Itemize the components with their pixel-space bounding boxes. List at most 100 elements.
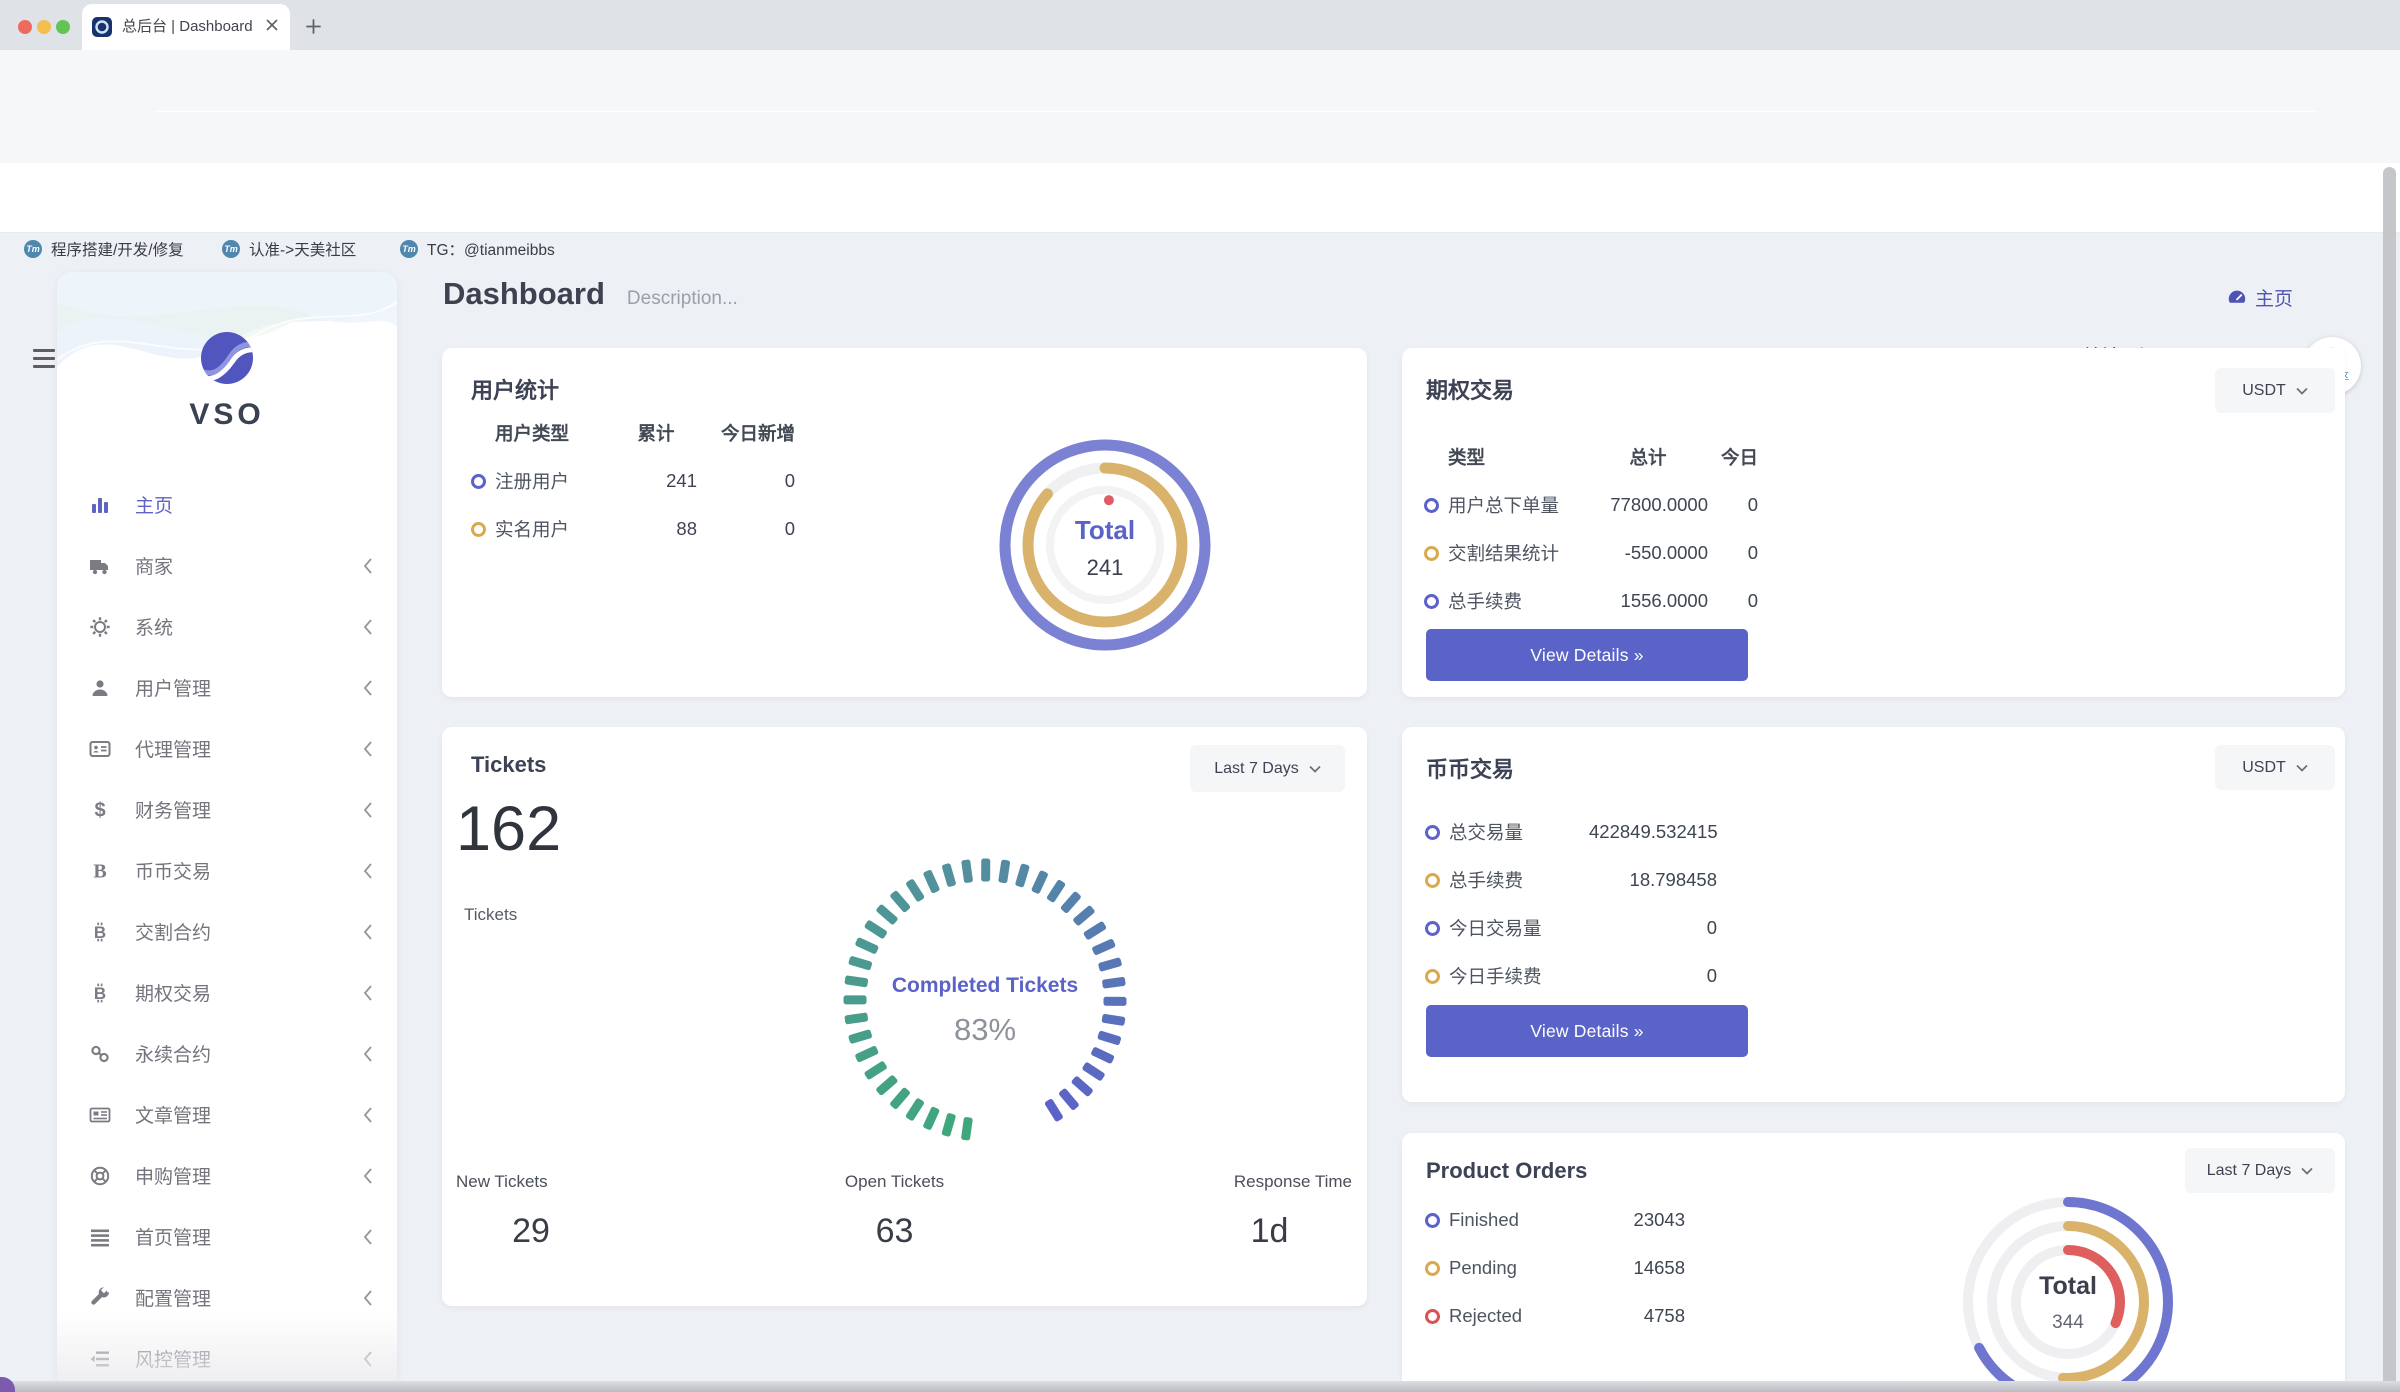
orders-table: Finished 23043 Pending 14658 Rejected 47… [1425,1196,1685,1340]
sidebar-item-merchant[interactable]: 商家 [57,535,397,596]
sidebar-item-users[interactable]: 用户管理 [57,657,397,718]
sidebar-item-perpetual-contract[interactable]: 永续合约 [57,1023,397,1084]
page-title: Dashboard [443,276,605,312]
legend-ring-blue [1425,1213,1440,1228]
bookmark-favicon: Tm [24,240,42,258]
sidebar: VSO 主页 商家 系统 用户管理 [57,272,397,1392]
page-scrollbar[interactable] [2383,167,2396,1387]
legend-ring-gold [1425,1261,1440,1276]
macos-close-button[interactable] [18,20,32,34]
sidebar-toggle-icon[interactable] [33,349,55,368]
bookmark-item[interactable]: Tm 认准->天美社区 [222,232,356,266]
currency-select[interactable]: USDT [2215,745,2335,790]
sidebar-item-delivery-contract[interactable]: B 交割合约 [57,901,397,962]
truck-icon [88,554,112,578]
date-range-select[interactable]: Last 7 Days [2185,1148,2335,1193]
svg-text:B: B [94,922,106,941]
options-trading-card: 期权交易 USDT 类型 总计 今日 用户总下单量 77800.0000 0 交… [1402,348,2345,697]
stat-response-time: Response Time 1d [1187,1172,1352,1251]
table-row: 今日交易量 0 [1425,904,1717,952]
card-title: Product Orders [1426,1158,1587,1184]
sidebar-item-agents[interactable]: 代理管理 [57,718,397,779]
tab-close-icon[interactable] [266,19,278,31]
browser-toolbar: https://jys111.timibbs.vip/timibbs [0,50,2400,112]
newspaper-icon [88,1103,112,1127]
svg-text:241: 241 [1087,555,1124,580]
new-tab-icon[interactable] [306,19,321,34]
legend-ring-blue [1424,594,1439,609]
card-title: 用户统计 [471,373,559,405]
wrench-icon [88,1286,112,1310]
sidebar-bottom-fade [57,1312,397,1392]
svg-text:Total: Total [1075,515,1135,545]
svg-text:Completed Tickets: Completed Tickets [892,974,1078,997]
svg-text:83%: 83% [954,1012,1016,1047]
bookmark-favicon: Tm [222,240,240,258]
sidebar-item-system[interactable]: 系统 [57,596,397,657]
legend-ring-blue [471,474,486,489]
id-card-icon [88,737,112,761]
table-row: 注册用户 241 0 [471,457,795,505]
breadcrumb-home-link[interactable]: 主页 [2226,284,2293,311]
sidebar-item-spot-trading[interactable]: B 币币交易 [57,840,397,901]
gear-icon [88,615,112,639]
card-title: 币币交易 [1426,752,1514,784]
bookmark-item[interactable]: Tm 程序搭建/开发/修复 [24,232,184,266]
table-row: 总交易量 422849.532415 [1425,808,1717,856]
sidebar-item-articles[interactable]: 文章管理 [57,1084,397,1145]
sidebar-item-homepage[interactable]: 首页管理 [57,1206,397,1267]
chain-link-icon [88,1042,112,1066]
screen: 总后台 | Dashboard https://jys111.timibbs.v… [0,0,2400,1392]
date-range-select[interactable]: Last 7 Days [1190,745,1345,792]
letter-b-icon: B [88,859,112,883]
table-row: Rejected 4758 [1425,1292,1685,1340]
svg-text:$: $ [94,799,105,821]
macos-zoom-button[interactable] [56,20,70,34]
bookmark-favicon: Tm [400,240,418,258]
chevron-left-icon [363,1167,373,1185]
bookmarks-bar: Tm 程序搭建/开发/修复 Tm 认准->天美社区 Tm TG：@tianmei… [0,112,2400,164]
stat-open-tickets: Open Tickets 63 [797,1172,992,1251]
chevron-left-icon [363,679,373,697]
sidebar-item-subscription[interactable]: 申购管理 [57,1145,397,1206]
table-header: 类型 总计 今日 [1424,433,1758,481]
product-orders-card: Product Orders Last 7 Days Finished 2304… [1402,1133,2345,1392]
legend-ring-red [1425,1309,1440,1324]
tab-favicon-icon [92,17,112,37]
bitcoin-icon: B [88,920,112,944]
sidebar-item-home[interactable]: 主页 [57,474,397,535]
tickets-count-label: Tickets [464,905,517,925]
bookmark-item[interactable]: Tm TG：@tianmeibbs [400,232,555,266]
user-icon [88,676,112,700]
chevron-left-icon [363,618,373,636]
chevron-left-icon [363,923,373,941]
desktop-wallpaper-corner [0,1377,15,1392]
svg-text:Total: Total [2039,1272,2097,1300]
view-details-button[interactable]: View Details » [1426,629,1748,681]
macos-minimize-button[interactable] [37,20,51,34]
chevron-left-icon [363,1289,373,1307]
chevron-left-icon [363,862,373,880]
user-stats-table: 用户类型 累计 今日新增 注册用户 241 0 实名用户 88 0 [471,409,795,553]
legend-ring-gold [1425,873,1440,888]
view-details-button[interactable]: View Details » [1426,1005,1748,1057]
sidebar-item-finance[interactable]: $ 财务管理 [57,779,397,840]
window-bottom-edge [0,1381,2400,1392]
card-title: Tickets [471,752,546,778]
chevron-left-icon [363,984,373,1002]
table-row: 交割结果统计 -550.0000 0 [1424,529,1758,577]
chevron-down-icon [2301,1167,2313,1175]
currency-select[interactable]: USDT [2215,368,2335,413]
sidebar-item-options-trading[interactable]: B 期权交易 [57,962,397,1023]
page-title-row: Dashboard Description... [443,276,738,312]
table-row: Finished 23043 [1425,1196,1685,1244]
options-table: 类型 总计 今日 用户总下单量 77800.0000 0 交割结果统计 -550… [1424,433,1758,625]
tickets-card: Tickets Last 7 Days 162 Tickets Complete… [442,727,1367,1306]
chevron-left-icon [363,557,373,575]
app-logo-text: VSO [57,398,397,432]
table-header: 用户类型 累计 今日新增 [471,409,795,457]
chart-bar-icon [88,493,112,517]
dollar-icon: $ [88,798,112,822]
chevron-left-icon [363,1045,373,1063]
user-stats-donut-chart: Total 241 [985,425,1225,665]
